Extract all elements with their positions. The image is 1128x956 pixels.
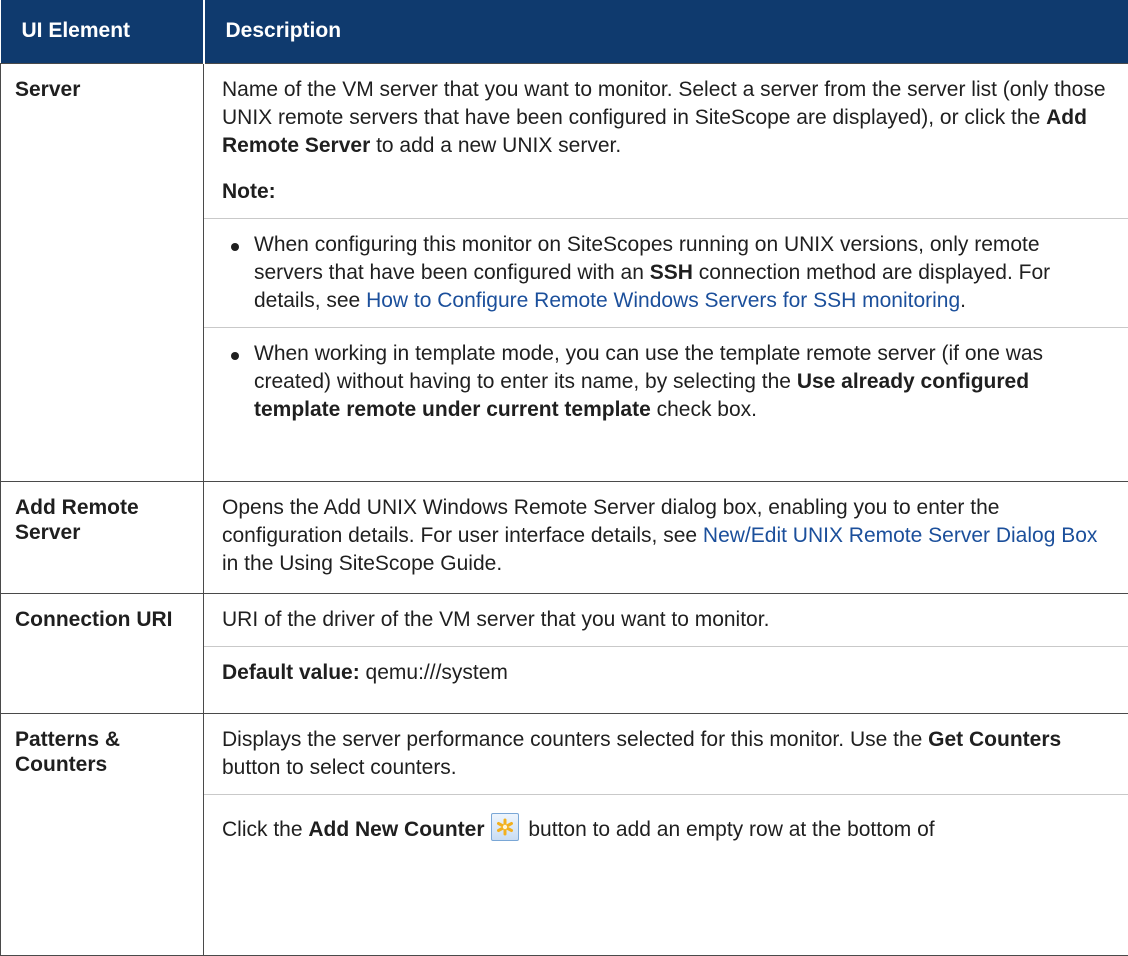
text: check box. [651, 398, 757, 421]
bold-text: Note: [222, 180, 276, 203]
header-ui-element: UI Element [1, 0, 204, 63]
text: Name of the VM server that you want to m… [222, 78, 1106, 129]
default-value: Default value: qemu:///system [222, 659, 1112, 687]
element-name: Patterns & Counters [1, 713, 204, 955]
text: Click the [222, 818, 308, 841]
table-row-add-remote-server: Add Remote Server Opens the Add UNIX Win… [1, 481, 1128, 593]
text: button to select counters. [222, 756, 457, 779]
divider [204, 646, 1128, 647]
bold-text: Default value: [222, 661, 360, 684]
element-description: URI of the driver of the VM server that … [204, 593, 1128, 713]
divider [204, 794, 1128, 795]
element-name: Connection URI [1, 593, 204, 713]
add-counter-instruction: Click the Add New Counter button to add … [222, 813, 1112, 844]
ssh-config-link[interactable]: How to Configure Remote Windows Servers … [366, 289, 960, 312]
bullet-icon [231, 352, 239, 360]
server-description: Name of the VM server that you want to m… [222, 76, 1112, 160]
add-remote-description: Opens the Add UNIX Windows Remote Server… [222, 494, 1112, 578]
text: . [960, 289, 966, 312]
element-description: Opens the Add UNIX Windows Remote Server… [204, 481, 1128, 593]
connection-uri-description: URI of the driver of the VM server that … [222, 606, 1112, 634]
list-item: When working in template mode, you can u… [245, 340, 1112, 424]
note-label: Note: [222, 178, 1112, 206]
text: qemu:///system [360, 661, 508, 684]
notes-list: When configuring this monitor on SiteSco… [222, 231, 1112, 315]
bullet-icon [231, 243, 239, 251]
text: Displays the server performance counters… [222, 728, 928, 751]
table-header-row: UI Element Description [1, 0, 1128, 63]
divider [204, 218, 1128, 219]
element-description: Name of the VM server that you want to m… [204, 63, 1128, 481]
notes-list: When working in template mode, you can u… [222, 340, 1112, 424]
element-name: Server [1, 63, 204, 481]
header-description: Description [204, 0, 1128, 63]
table-row-server: Server Name of the VM server that you wa… [1, 63, 1128, 481]
patterns-description: Displays the server performance counters… [222, 726, 1112, 782]
element-description: Displays the server performance counters… [204, 713, 1128, 955]
text: in the Using SiteScope Guide. [222, 552, 502, 575]
asterisk-icon [491, 813, 519, 841]
bold-text: SSH [650, 261, 693, 284]
text: button to add an empty row at the bottom… [523, 818, 935, 841]
bold-text: Get Counters [928, 728, 1061, 751]
list-item: When configuring this monitor on SiteSco… [245, 231, 1112, 315]
element-name: Add Remote Server [1, 481, 204, 593]
remote-server-dialog-link[interactable]: New/Edit UNIX Remote Server Dialog Box [703, 524, 1097, 547]
ui-elements-table: UI Element Description Server Name of th… [0, 0, 1128, 956]
table-row-patterns-counters: Patterns & Counters Displays the server … [1, 713, 1128, 955]
text: to add a new UNIX server. [370, 134, 621, 157]
divider [204, 327, 1128, 328]
table-row-connection-uri: Connection URI URI of the driver of the … [1, 593, 1128, 713]
bold-text: Add New Counter [308, 818, 484, 841]
